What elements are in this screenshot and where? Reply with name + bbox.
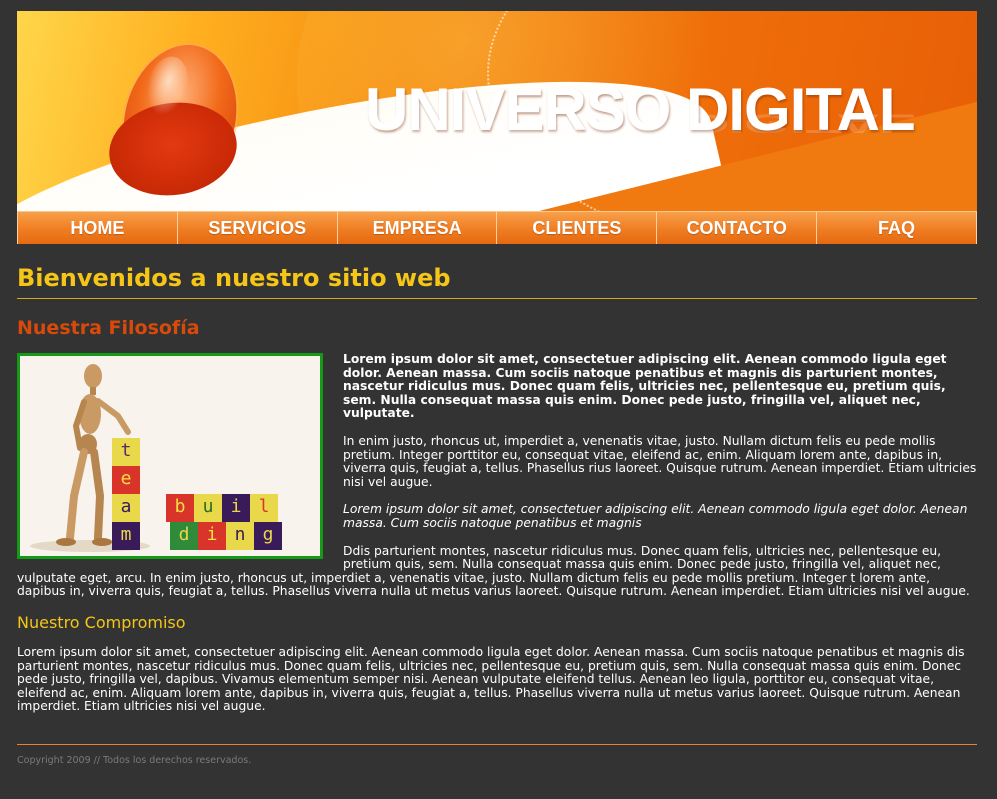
page-wrapper: UNIVERSO DIGITAL UNIVERSO DIGITAL HOME S… [17, 11, 977, 766]
letter-block: i [222, 494, 250, 522]
letter-block: b [166, 494, 194, 522]
letter-block: a [112, 494, 140, 522]
nav-item-clientes[interactable]: CLIENTES [497, 212, 658, 244]
site-title-reflection: UNIVERSO DIGITAL [365, 108, 915, 139]
letter-block: u [194, 494, 222, 522]
letter-block: d [170, 522, 198, 550]
nav-item-empresa[interactable]: EMPRESA [338, 212, 498, 244]
letter-block: g [254, 522, 282, 550]
letter-block: e [112, 466, 140, 494]
footer-divider [17, 743, 977, 745]
page-title: Bienvenidos a nuestro sitio web [17, 264, 977, 299]
footer-copyright: Copyright 2009 // Todos los derechos res… [17, 754, 252, 766]
nav-item-contacto[interactable]: CONTACTO [657, 212, 818, 244]
letter-block: n [226, 522, 254, 550]
header-banner: UNIVERSO DIGITAL UNIVERSO DIGITAL [17, 11, 977, 211]
commitment-paragraph: Lorem ipsum dolor sit amet, consectetuer… [17, 644, 965, 714]
main-navigation: HOME SERVICIOS EMPRESA CLIENTES CONTACTO… [17, 211, 977, 244]
section-title-commitment: Nuestro Compromiso [17, 612, 186, 632]
nav-item-home[interactable]: HOME [17, 212, 178, 244]
letter-block: i [198, 522, 226, 550]
section-title-philosophy: Nuestra Filosofía [17, 317, 200, 339]
letter-block: l [250, 494, 278, 522]
letter-block: t [112, 438, 140, 466]
team-building-image: t e a m b u i l d i n g [17, 353, 323, 559]
letter-block: m [112, 522, 140, 550]
nav-item-servicios[interactable]: SERVICIOS [178, 212, 338, 244]
nav-item-faq[interactable]: FAQ [817, 212, 977, 244]
